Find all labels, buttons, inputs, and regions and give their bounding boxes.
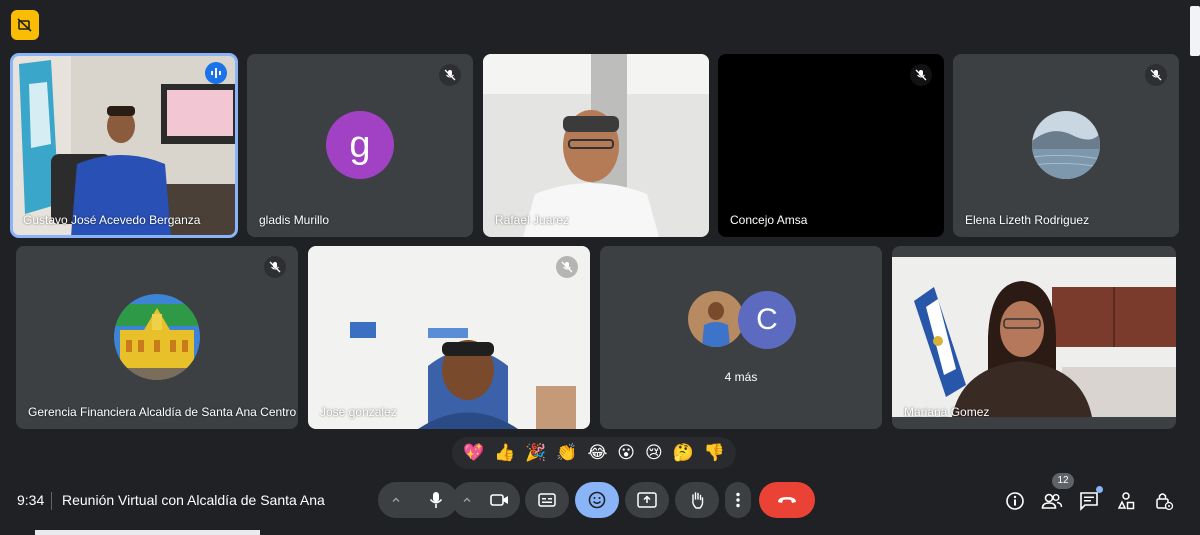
- people-button[interactable]: [1040, 489, 1064, 513]
- raise-hand-icon: [692, 492, 704, 509]
- present-screen-icon: [637, 492, 657, 508]
- reaction-surprised[interactable]: 😮: [617, 444, 635, 462]
- people-count-badge: 12: [1052, 473, 1074, 489]
- avatar: [114, 294, 200, 380]
- activities-icon: [1117, 492, 1135, 510]
- chevron-up-icon[interactable]: [452, 482, 482, 518]
- participant-tile[interactable]: Rafael Juarez: [483, 54, 709, 237]
- mic-off-icon: [556, 256, 578, 278]
- info-icon: [1006, 492, 1024, 510]
- chat-button[interactable]: [1077, 486, 1103, 513]
- participant-name: Concejo Amsa: [730, 213, 808, 227]
- mic-off-icon: [264, 256, 286, 278]
- scrollbar[interactable]: [1190, 6, 1200, 56]
- divider: [51, 492, 52, 510]
- hidden-self-view-icon[interactable]: [11, 10, 39, 40]
- participant-video: [11, 54, 237, 237]
- closed-captions-icon: [538, 493, 556, 507]
- mic-control-group: [378, 482, 458, 518]
- reaction-thumbs-down[interactable]: 👎: [704, 444, 725, 462]
- avatar: C: [738, 291, 796, 349]
- meeting-title: Reunión Virtual con Alcaldía de Santa An…: [62, 492, 325, 508]
- speaking-indicator-icon: [205, 62, 227, 84]
- chat-icon: [1080, 492, 1098, 511]
- avatar: g: [326, 111, 394, 179]
- reaction-laugh[interactable]: 😂: [587, 444, 607, 462]
- reaction-bar: 💖 👍 🎉 👏 😂 😮 😢 🤔 👎: [452, 437, 736, 469]
- emoji-icon: [588, 491, 606, 509]
- participant-tile[interactable]: Concejo Amsa: [718, 54, 944, 237]
- participant-name: Mariana Gomez: [904, 405, 990, 419]
- participant-tile[interactable]: Jose gonzalez: [308, 246, 590, 429]
- participant-tile[interactable]: Gustavo José Acevedo Berganza: [10, 53, 238, 238]
- more-options-icon: [736, 492, 740, 508]
- avatar: [1032, 111, 1100, 179]
- participant-tile[interactable]: Mariana Gomez: [892, 246, 1176, 429]
- reaction-clap[interactable]: 👏: [556, 444, 577, 462]
- control-bar: 9:34 Reunión Virtual con Alcaldía de San…: [0, 478, 1200, 528]
- more-options-button[interactable]: [725, 482, 751, 518]
- participant-tile[interactable]: g gladis Murillo: [247, 54, 473, 237]
- reaction-heart[interactable]: 💖: [463, 444, 484, 462]
- avatar: [688, 291, 744, 347]
- mic-off-icon: [910, 64, 932, 86]
- participant-video: [892, 257, 1176, 417]
- participant-name: gladis Murillo: [259, 213, 330, 227]
- participant-name: Elena Lizeth Rodriguez: [965, 213, 1090, 227]
- mic-off-icon: [1145, 64, 1167, 86]
- participant-name: Gustavo José Acevedo Berganza: [23, 213, 201, 227]
- meeting-clock: 9:34: [17, 492, 45, 508]
- end-call-icon: [778, 497, 796, 503]
- host-controls-icon: [1156, 493, 1174, 511]
- present-button[interactable]: [625, 482, 669, 518]
- bottom-strip: [35, 530, 260, 535]
- participant-video: [483, 54, 709, 237]
- info-button[interactable]: [1003, 489, 1027, 513]
- chat-notification-dot: [1096, 486, 1103, 493]
- participant-video: [308, 246, 590, 429]
- participant-name: Jose gonzalez: [320, 405, 397, 419]
- people-icon: [1041, 493, 1063, 509]
- reaction-thumbs-up[interactable]: 👍: [494, 444, 515, 462]
- reaction-sad[interactable]: 😢: [645, 444, 663, 462]
- host-controls-button[interactable]: [1152, 489, 1176, 513]
- more-participants-tile[interactable]: C 4 más: [600, 246, 882, 429]
- participant-name: Gerencia Financiera Alcaldía de Santa An…: [28, 405, 297, 419]
- camera-icon: [490, 494, 508, 506]
- emoji-button[interactable]: [575, 482, 619, 518]
- mic-off-icon: [439, 64, 461, 86]
- camera-button[interactable]: [482, 482, 518, 518]
- mic-icon: [429, 492, 443, 508]
- raise-hand-button[interactable]: [675, 482, 719, 518]
- activities-button[interactable]: [1114, 489, 1138, 513]
- reaction-party[interactable]: 🎉: [525, 444, 546, 462]
- participant-tile[interactable]: Elena Lizeth Rodriguez: [953, 54, 1179, 237]
- reaction-thinking[interactable]: 🤔: [673, 444, 694, 462]
- camera-control-group: [452, 482, 520, 518]
- end-call-button[interactable]: [759, 482, 815, 518]
- more-participants-label: 4 más: [724, 370, 758, 384]
- participant-tile[interactable]: Gerencia Financiera Alcaldía de Santa An…: [16, 246, 298, 429]
- chevron-up-icon[interactable]: [378, 482, 414, 518]
- participant-name: Rafael Juarez: [495, 213, 570, 227]
- captions-button[interactable]: [525, 482, 569, 518]
